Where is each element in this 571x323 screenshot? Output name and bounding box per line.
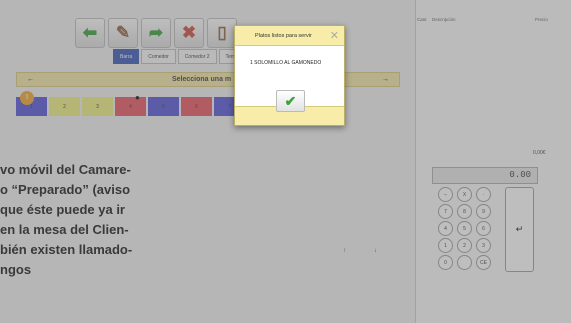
dialog-title: Platos listos para servir [255,33,312,39]
caption-line: vo móvil del Camare- [0,162,131,177]
close-icon[interactable]: ✕ [330,26,339,46]
confirm-check-button[interactable]: ✔ [276,90,305,112]
ready-dish-item[interactable]: 1 SOLOMILLO AL GAMONEDO [250,60,344,66]
ready-dishes-dialog: Platos listos para servir ✕ 1 SOLOMILLO … [234,25,345,126]
caption-line: ngos [0,262,32,277]
document-caption-text: vo móvil del Camare- o “Preparado” (avis… [0,160,215,280]
dialog-header: Platos listos para servir ✕ [235,26,344,46]
caption-line: o “Preparado” (aviso [0,182,131,197]
caption-line: bién existen llamado- [0,242,133,257]
caption-line: en la mesa del Clien- [0,222,129,237]
caption-line: que éste puede ya ir [0,202,125,217]
